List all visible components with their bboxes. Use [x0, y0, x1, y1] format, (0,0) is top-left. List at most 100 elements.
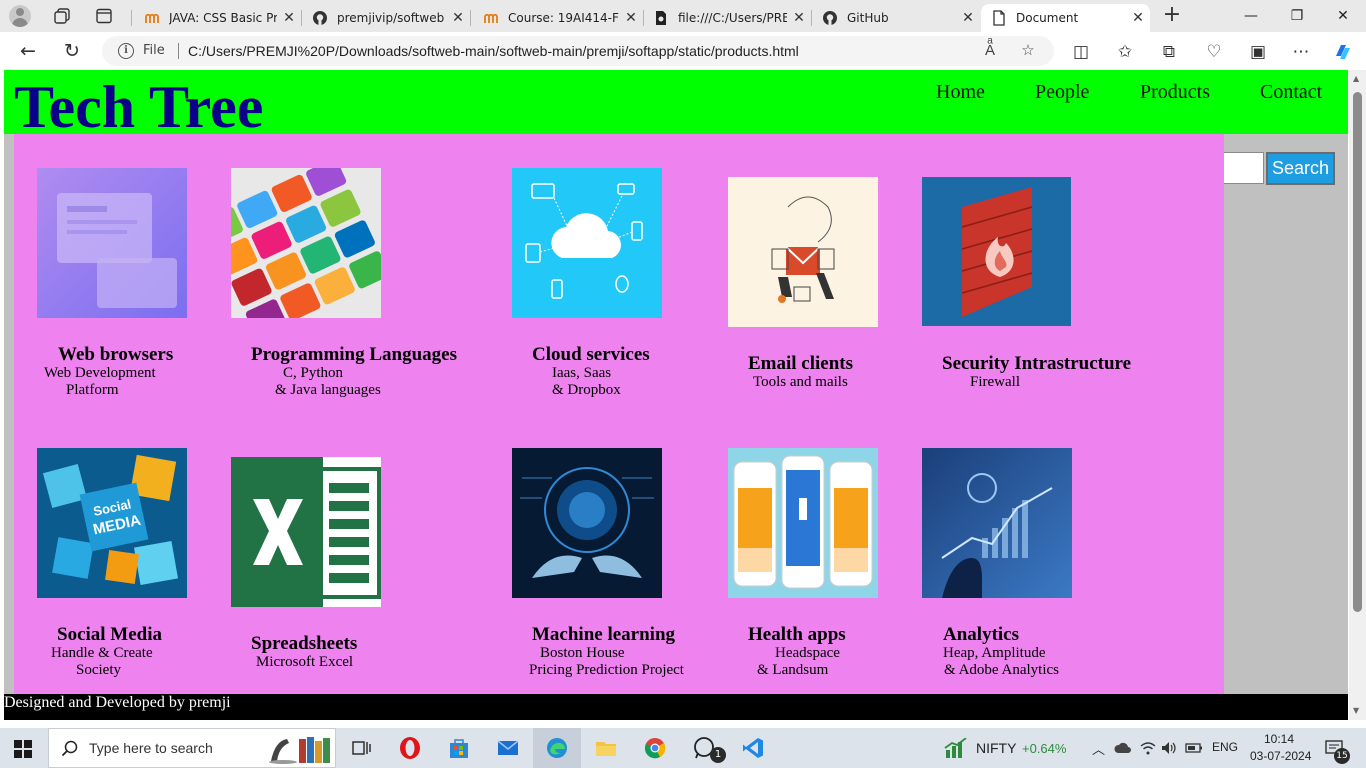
page-scrollbar[interactable]: ▲ ▼: [1349, 70, 1366, 720]
split-screen-icon[interactable]: ◫: [1070, 41, 1092, 63]
favorite-star-icon[interactable]: ☆: [1018, 41, 1038, 61]
tab-java-css[interactable]: JAVA: CSS Basic Proj ✕: [134, 4, 301, 32]
file-icon: [656, 11, 666, 25]
vscode-icon: [743, 738, 763, 758]
taskbar-search-box[interactable]: Type here to search: [48, 728, 336, 768]
scroll-down-icon[interactable]: ▼: [1353, 706, 1359, 715]
volume-icon[interactable]: [1161, 740, 1177, 756]
tab-title: premjivip/softweb: [337, 11, 445, 25]
taskbar-opera[interactable]: [386, 728, 434, 768]
product-title: Social Media: [57, 624, 163, 645]
product-description: C, Python: [283, 365, 344, 381]
read-aloud-icon[interactable]: Aͣ: [980, 41, 1000, 61]
windows-taskbar: Type here to search 1 NIFTY +0.64% ︿ ENG…: [0, 728, 1366, 768]
product-title: Web browsers: [58, 344, 174, 365]
product-title: Email clients: [748, 353, 854, 374]
search-input[interactable]: [1224, 152, 1264, 184]
stock-chart-icon: [944, 738, 967, 758]
refresh-icon[interactable]: ↻: [60, 39, 84, 63]
close-tab-icon[interactable]: ✕: [956, 10, 980, 26]
more-options-icon[interactable]: ⋯: [1290, 41, 1312, 63]
tab-title: JAVA: CSS Basic Proj: [169, 11, 277, 25]
stock-change: +0.64%: [1022, 741, 1067, 756]
address-bar[interactable]: i File C:/Users/PREMJI%20P/Downloads/sof…: [102, 36, 1054, 66]
clock-time[interactable]: 10:14: [1264, 732, 1294, 746]
back-arrow-icon[interactable]: ←: [16, 39, 40, 63]
scroll-up-icon[interactable]: ▲: [1353, 74, 1359, 83]
tab-course-19ai414[interactable]: Course: 19AI414-Fu ✕: [473, 4, 643, 32]
nav-products-link[interactable]: Products: [1140, 81, 1210, 104]
close-tab-icon[interactable]: ✕: [1126, 10, 1150, 26]
product-description: Platform: [66, 382, 119, 398]
nav-home-link[interactable]: Home: [936, 81, 985, 104]
close-tab-icon[interactable]: ✕: [277, 10, 301, 26]
battery-icon[interactable]: [1185, 741, 1203, 755]
sidebar-icon[interactable]: ▣: [1247, 41, 1269, 63]
folder-icon: [596, 742, 616, 756]
github-icon: [823, 11, 837, 25]
taskbar-mail[interactable]: [484, 728, 532, 768]
cloud-computing-image: [512, 168, 662, 318]
workspaces-icon[interactable]: [53, 7, 71, 25]
info-icon[interactable]: i: [118, 43, 134, 59]
tab-github[interactable]: GitHub ✕: [812, 4, 980, 32]
task-view-button[interactable]: [337, 728, 385, 768]
copilot-icon[interactable]: [1332, 41, 1354, 63]
close-tab-icon[interactable]: ✕: [619, 10, 643, 26]
close-tab-icon[interactable]: ✕: [787, 10, 811, 26]
search-placeholder: Type here to search: [89, 740, 213, 756]
notification-badge: 15: [1334, 748, 1350, 764]
windows-start-icon[interactable]: [14, 740, 32, 758]
favorites-icon[interactable]: ✩: [1114, 41, 1136, 63]
product-description: Web Development: [44, 365, 156, 381]
clock-date[interactable]: 03-07-2024: [1250, 749, 1311, 763]
scrollbar-thumb[interactable]: [1353, 92, 1362, 612]
taskbar-chrome[interactable]: [631, 728, 679, 768]
programming-languages-image: [231, 168, 381, 318]
tab-document[interactable]: Document ✕: [981, 4, 1150, 32]
close-tab-icon[interactable]: ✕: [446, 10, 470, 26]
product-description: Boston House: [540, 645, 625, 661]
browser-essentials-icon[interactable]: ♡: [1203, 41, 1225, 63]
taskbar-whatsapp[interactable]: 1: [680, 728, 728, 768]
edge-icon: [547, 738, 567, 758]
product-description: & Landsum: [757, 662, 829, 678]
language-indicator[interactable]: ENG: [1212, 740, 1238, 754]
firewall-image: [922, 177, 1071, 326]
wifi-icon[interactable]: [1140, 740, 1156, 756]
stock-name[interactable]: NIFTY: [976, 740, 1016, 756]
restore-button[interactable]: ❐: [1274, 0, 1320, 32]
product-description: Society: [76, 662, 121, 678]
browser-tab-strip: JAVA: CSS Basic Proj ✕ premjivip/softweb…: [0, 0, 1366, 32]
new-tab-button[interactable]: +: [1160, 4, 1184, 28]
taskbar-edge[interactable]: [533, 728, 581, 768]
taskbar-microsoft-store[interactable]: [435, 728, 483, 768]
profile-avatar-icon[interactable]: [9, 5, 31, 27]
product-title: Spreadsheets: [251, 633, 358, 654]
search-highlight-books-icon: [269, 737, 330, 764]
store-icon: [450, 739, 468, 758]
vertical-tabs-icon[interactable]: [95, 7, 113, 25]
product-description: Microsoft Excel: [256, 654, 354, 670]
product-description: Pricing Prediction Project: [529, 662, 684, 678]
url-text[interactable]: C:/Users/PREMJI%20P/Downloads/softweb-ma…: [188, 43, 799, 59]
show-hidden-icons-chevron-icon[interactable]: ︿: [1092, 739, 1105, 758]
product-description: Heap, Amplitude: [943, 645, 1046, 661]
nav-contact-link[interactable]: Contact: [1260, 81, 1322, 104]
site-logo-title: Tech Tree: [14, 74, 264, 140]
close-window-button[interactable]: ✕: [1320, 0, 1366, 32]
onedrive-cloud-icon[interactable]: [1114, 741, 1132, 755]
tab-premjivip-softweb[interactable]: premjivip/softweb ✕: [302, 4, 470, 32]
tab-file-users[interactable]: file:///C:/Users/PREM ✕: [643, 4, 811, 32]
minimize-button[interactable]: —: [1228, 0, 1274, 32]
product-description: Firewall: [970, 374, 1020, 390]
page-viewport: Tech Tree Home People Products Contact S…: [4, 70, 1348, 720]
taskbar-file-explorer[interactable]: [582, 728, 630, 768]
collections-icon[interactable]: ⧉: [1158, 41, 1180, 63]
moodle-icon: [484, 13, 498, 23]
nav-people-link[interactable]: People: [1035, 81, 1089, 104]
taskbar-vscode[interactable]: [729, 728, 777, 768]
product-description: Headspace: [775, 645, 840, 661]
tab-title: GitHub: [847, 11, 889, 25]
search-button[interactable]: Search: [1266, 152, 1335, 185]
